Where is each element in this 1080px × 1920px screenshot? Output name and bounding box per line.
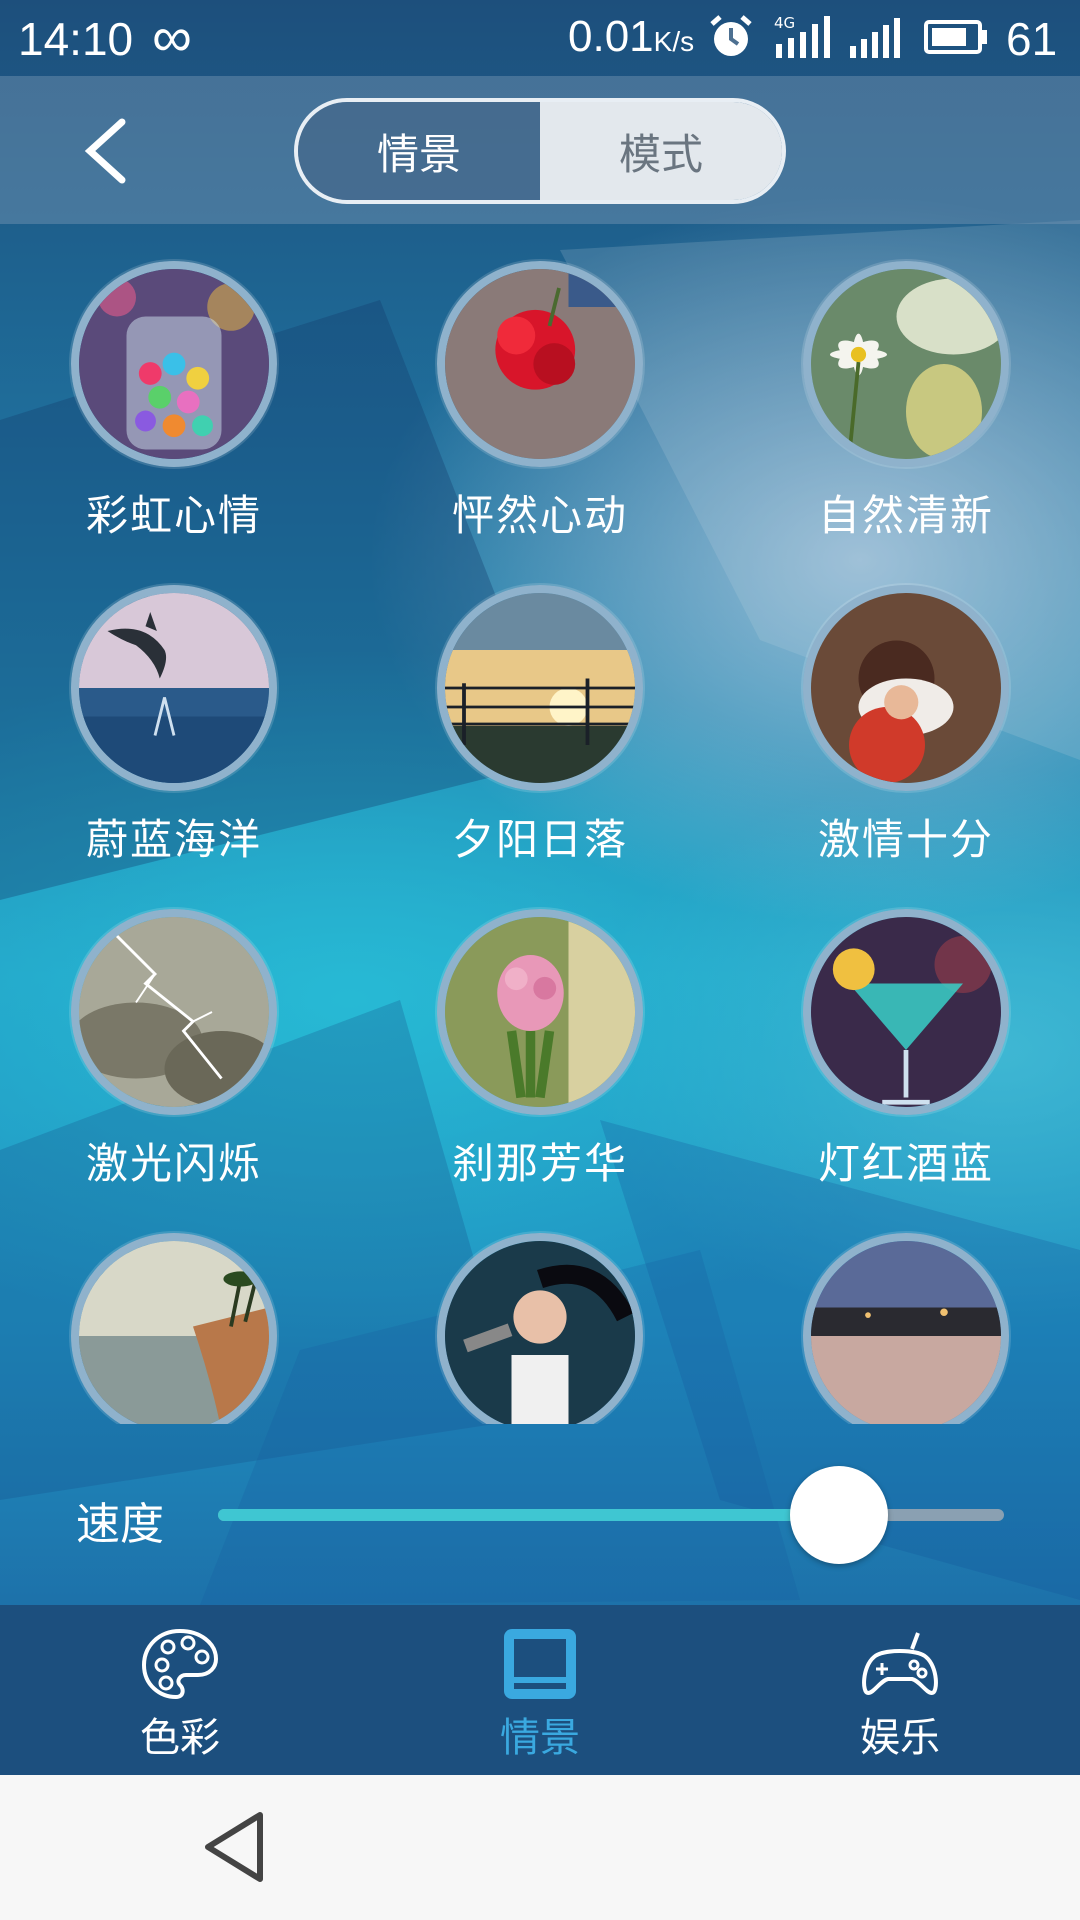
- battery-level: 61: [1006, 13, 1058, 65]
- scene-label: 蔚蓝海洋: [85, 815, 262, 864]
- scene-item-rainbow-mood[interactable]: 彩虹心情: [24, 224, 324, 540]
- couple-hug-image: [803, 585, 1009, 791]
- nav-label-scene: 情景: [500, 1715, 580, 1761]
- scene-label: 怦然心动: [451, 491, 628, 540]
- status-bar: 14:10 ∞ 0.01K/s 4G 61: [0, 0, 1080, 76]
- tab-scene[interactable]: 情景: [298, 102, 540, 200]
- scene-icon: [504, 1629, 576, 1699]
- scene-label: 夕阳日落: [451, 815, 628, 864]
- status-time: 14:10: [18, 13, 134, 65]
- scene-item-passion[interactable]: 激情十分: [756, 540, 1056, 864]
- evening-plaza-image: [803, 1233, 1009, 1424]
- scene-item-azure-ocean[interactable]: 蔚蓝海洋: [24, 540, 324, 864]
- daisy-image: [803, 261, 1009, 467]
- hyacinth-image: [437, 909, 643, 1115]
- header: 情景 模式: [0, 76, 1080, 224]
- gamepad-icon: [862, 1632, 938, 1696]
- network-type-text: 4G: [774, 14, 795, 32]
- scene-item-beach[interactable]: [24, 1188, 324, 1424]
- scene-item-nightlife[interactable]: 灯红酒蓝: [756, 864, 1056, 1188]
- back-chevron-icon[interactable]: [78, 116, 138, 186]
- scene-label: 灯红酒蓝: [817, 1139, 994, 1188]
- speed-slider[interactable]: [218, 1466, 1004, 1564]
- speed-control: 速度: [0, 1450, 1080, 1580]
- speed-slider-thumb[interactable]: [789, 1466, 888, 1564]
- scene-grid: 彩虹心情 怦然心动 自然清新 蔚蓝海洋 夕阳日落 激情十分 激光闪烁 刹那芳华 …: [0, 224, 1080, 1424]
- tab-mode[interactable]: 模式: [540, 102, 782, 200]
- scene-label: 激光闪烁: [85, 1139, 262, 1188]
- bottom-nav: 色彩 情景 娱乐: [0, 1605, 1080, 1775]
- sunset-fence-image: [437, 585, 643, 791]
- infinity-icon: ∞: [152, 5, 192, 68]
- nav-item-entertainment[interactable]: 娱乐: [720, 1605, 1080, 1775]
- nav-item-scene[interactable]: 情景: [360, 1605, 720, 1775]
- candy-jar-image: [71, 261, 277, 467]
- scene-label: 激情十分: [817, 815, 994, 864]
- nav-item-color[interactable]: 色彩: [0, 1605, 360, 1775]
- scene-label: 彩虹心情: [85, 491, 262, 540]
- battery-icon: [924, 20, 987, 54]
- scene-item-singer[interactable]: [390, 1188, 690, 1424]
- scene-label: 自然清新: [817, 491, 994, 540]
- scene-item-fleeting-bloom[interactable]: 刹那芳华: [390, 864, 690, 1188]
- scene-item-laser-flash[interactable]: 激光闪烁: [24, 864, 324, 1188]
- alarm-icon: [710, 15, 752, 56]
- dolphin-ocean-image: [71, 585, 277, 791]
- scene-label: 刹那芳华: [451, 1139, 628, 1188]
- speed-slider-fill: [218, 1509, 839, 1521]
- beach-image: [71, 1233, 277, 1424]
- scene-item-heartbeat[interactable]: 怦然心动: [390, 224, 690, 540]
- singer-image: [437, 1233, 643, 1424]
- net-speed: 0.01K/s: [568, 12, 695, 61]
- palette-icon: [141, 1628, 219, 1700]
- red-carnation-image: [437, 261, 643, 467]
- scene-item-fresh-nature[interactable]: 自然清新: [756, 224, 1056, 540]
- app-screen: 14:10 ∞ 0.01K/s 4G 61 情景 模式 彩虹心情 怦然心动 自然…: [0, 0, 1080, 1775]
- lte-signal-icon: 4G: [774, 14, 830, 58]
- nav-label-entertainment: 娱乐: [860, 1715, 940, 1761]
- lightning-image: [71, 909, 277, 1115]
- nav-label-color: 色彩: [140, 1715, 220, 1761]
- scene-mode-switch: 情景 模式: [294, 98, 786, 204]
- cocktail-image: [803, 909, 1009, 1115]
- scene-item-sunset[interactable]: 夕阳日落: [390, 540, 690, 864]
- triangle-back-icon[interactable]: [200, 1809, 270, 1885]
- signal-icon: [850, 18, 900, 58]
- scene-item-evening-plaza[interactable]: [756, 1188, 1056, 1424]
- system-nav-bar: [0, 1775, 1080, 1920]
- speed-label: 速度: [76, 1499, 164, 1550]
